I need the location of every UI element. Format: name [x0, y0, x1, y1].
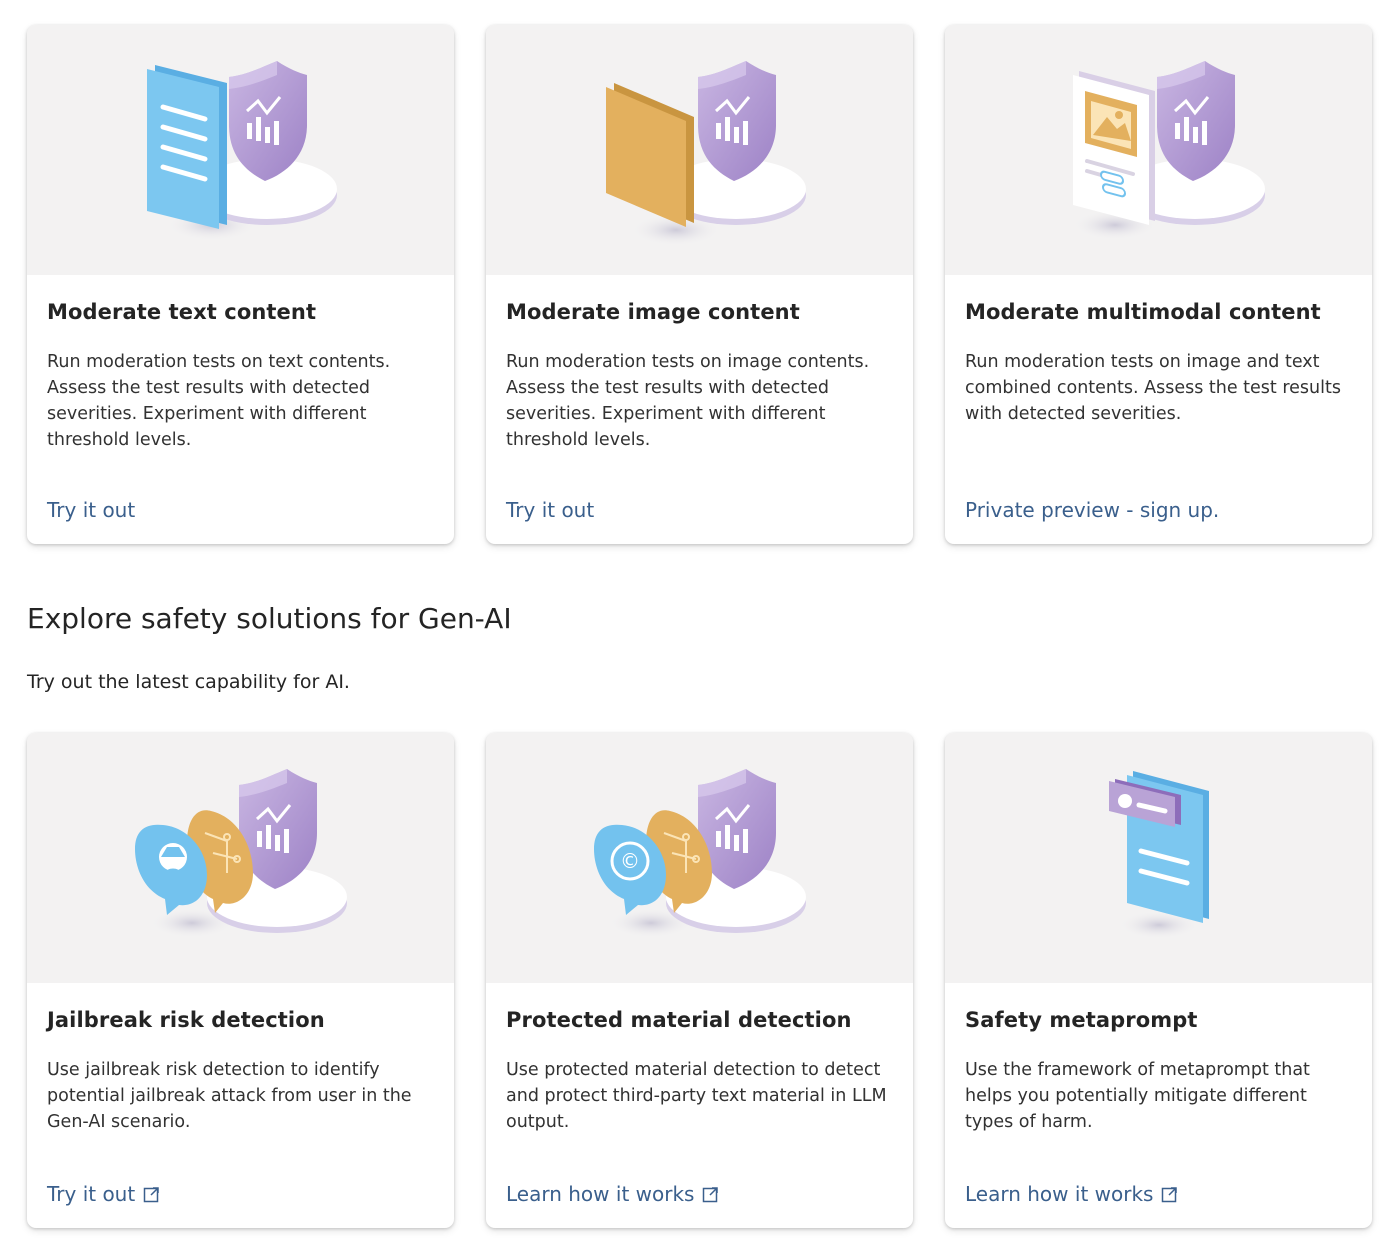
card-title: Moderate multimodal content — [965, 300, 1321, 324]
try-it-out-link[interactable]: Try it out — [506, 498, 594, 522]
section-title: Explore safety solutions for Gen-AI — [27, 602, 512, 635]
card-title: Protected material detection — [506, 1008, 852, 1032]
metaprompt-document-illustration — [945, 733, 1372, 983]
link-label: Try it out — [47, 498, 136, 522]
private-preview-signup-link[interactable]: Private preview - sign up. — [965, 498, 1219, 522]
card-moderate-text: Moderate text content Run moderation tes… — [27, 25, 454, 544]
link-label: Learn how it works — [965, 1182, 1154, 1206]
open-external-icon — [1162, 1186, 1178, 1202]
learn-how-it-works-link[interactable]: Learn how it works — [506, 1182, 719, 1206]
card-description: Use protected material detection to dete… — [506, 1060, 887, 1132]
image-card-shield-illustration — [486, 25, 913, 275]
link-label: Try it out — [506, 498, 595, 522]
moderation-cards-row: Moderate text content Run moderation tes… — [27, 25, 1372, 544]
card-moderate-multimodal: Moderate multimodal content Run moderati… — [945, 25, 1372, 544]
card-description: Run moderation tests on image and text c… — [965, 352, 1341, 424]
try-it-out-link[interactable]: Try it out — [47, 498, 135, 522]
try-it-out-external-link[interactable]: Try it out — [47, 1182, 160, 1206]
card-safety-metaprompt: Safety metaprompt Use the framework of m… — [945, 733, 1372, 1228]
learn-how-it-works-link[interactable]: Learn how it works — [965, 1182, 1178, 1206]
card-title: Safety metaprompt — [965, 1008, 1198, 1032]
card-jailbreak-risk: Jailbreak risk detection Use jailbreak r… — [27, 733, 454, 1228]
link-label: Private preview - sign up. — [965, 498, 1220, 522]
section-subtitle: Try out the latest capability for AI. — [27, 671, 350, 693]
card-moderate-image: Moderate image content Run moderation te… — [486, 25, 913, 544]
open-external-icon — [143, 1186, 159, 1202]
open-external-icon — [703, 1186, 719, 1202]
card-title: Moderate text content — [47, 300, 317, 324]
card-title: Jailbreak risk detection — [47, 1008, 325, 1032]
svg-text:©: © — [620, 849, 640, 873]
link-label: Learn how it works — [506, 1182, 695, 1206]
genai-solutions-cards-row: Jailbreak risk detection Use jailbreak r… — [27, 733, 1372, 1228]
card-description: Use the framework of metaprompt that hel… — [965, 1060, 1310, 1132]
card-description: Use jailbreak risk detection to identify… — [47, 1060, 412, 1132]
card-description: Run moderation tests on image contents. … — [506, 352, 870, 450]
card-protected-material: © Protected material detection Use prote… — [486, 733, 913, 1228]
jailbreak-bubbles-shield-illustration — [27, 733, 454, 983]
copyright-bubbles-shield-illustration: © — [486, 733, 913, 983]
card-title: Moderate image content — [506, 300, 800, 324]
link-label: Try it out — [47, 1182, 136, 1206]
card-description: Run moderation tests on text contents. A… — [47, 352, 391, 450]
multimodal-card-shield-illustration — [945, 25, 1372, 275]
text-document-shield-illustration — [27, 25, 454, 275]
